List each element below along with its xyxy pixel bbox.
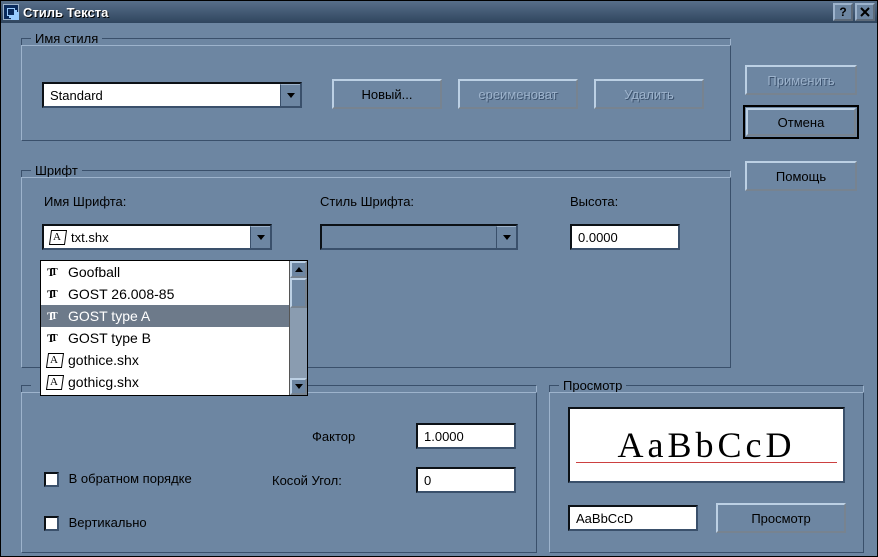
- scroll-up-button[interactable]: [290, 261, 307, 278]
- scroll-down-button[interactable]: [290, 378, 307, 395]
- shx-icon: [50, 230, 65, 244]
- preview-legend: Просмотр: [559, 378, 626, 393]
- cancel-button[interactable]: Отмена: [743, 105, 859, 139]
- truetype-icon: [47, 287, 62, 301]
- font-dropdown-item-label: GOST type B: [68, 330, 151, 346]
- close-titlebar-button[interactable]: [855, 3, 875, 21]
- upside-down-row[interactable]: В обратном порядке: [44, 471, 192, 487]
- truetype-icon: [47, 265, 62, 279]
- preview-button[interactable]: Просмотр: [716, 503, 846, 533]
- font-dropdown-item-label: gothice.shx: [68, 352, 139, 368]
- font-dropdown-item[interactable]: GOST type B: [41, 327, 307, 349]
- style-name-dropdown-arrow[interactable]: [280, 84, 300, 106]
- font-dropdown-item[interactable]: GOST 26.008-85: [41, 283, 307, 305]
- font-height-label: Высота:: [570, 194, 618, 209]
- preview-sample-box: AaBbCcD: [568, 407, 845, 483]
- style-name-combo[interactable]: Standard: [42, 82, 302, 108]
- font-dropdown-item-label: Goofball: [68, 264, 120, 280]
- style-name-group: Имя стиля Standard Новый... ереименоват …: [21, 31, 731, 141]
- width-factor-label: Фактор: [312, 429, 355, 444]
- font-dropdown-item[interactable]: Goofball: [41, 261, 307, 283]
- effects-group: Эффекты В обратном порядке Вертикально Ф…: [21, 378, 537, 553]
- font-name-dropdown-arrow[interactable]: [250, 226, 270, 248]
- font-dropdown-item-label: GOST 26.008-85: [68, 286, 174, 302]
- font-style-combo[interactable]: [320, 224, 518, 250]
- font-style-label: Стиль Шрифта:: [320, 194, 414, 209]
- shx-icon: [47, 353, 62, 367]
- preview-baseline: [576, 462, 837, 463]
- preview-input[interactable]: AaBbCcD: [568, 505, 698, 531]
- apply-button: Применить: [745, 65, 857, 95]
- oblique-label: Косой Угол:: [272, 473, 342, 488]
- oblique-input[interactable]: 0: [416, 467, 516, 493]
- width-factor-input[interactable]: 1.0000: [416, 423, 516, 449]
- text-style-dialog: Стиль Текста ? Имя стиля Standard Новый.…: [0, 0, 878, 557]
- truetype-icon: [47, 309, 62, 323]
- vertical-checkbox[interactable]: [44, 516, 59, 531]
- window-title: Стиль Текста: [23, 5, 831, 20]
- font-dropdown-item-label: gothicg.shx: [68, 374, 139, 390]
- font-dropdown-item[interactable]: gothicg.shx: [41, 371, 307, 393]
- font-dropdown-item[interactable]: gothice.shx: [41, 349, 307, 371]
- help-titlebar-button[interactable]: ?: [833, 3, 853, 21]
- truetype-icon: [47, 331, 62, 345]
- delete-style-button: Удалить: [594, 79, 704, 109]
- font-legend: Шрифт: [31, 163, 82, 178]
- rename-style-button: ереименоват: [458, 79, 578, 109]
- dropdown-scrollbar[interactable]: [289, 261, 307, 395]
- preview-group: Просмотр AaBbCcD AaBbCcD Просмотр: [549, 378, 864, 553]
- font-style-value: [322, 226, 496, 248]
- upside-down-checkbox[interactable]: [44, 472, 59, 487]
- new-style-button[interactable]: Новый...: [332, 79, 442, 109]
- vertical-row[interactable]: Вертикально: [44, 515, 147, 531]
- titlebar: Стиль Текста ?: [1, 1, 877, 23]
- font-name-value: txt.shx: [44, 226, 250, 248]
- font-name-combo[interactable]: txt.shx: [42, 224, 272, 250]
- style-name-legend: Имя стиля: [31, 31, 102, 46]
- font-height-input[interactable]: 0.0000: [570, 224, 680, 250]
- font-name-label: Имя Шрифта:: [44, 194, 126, 209]
- dialog-content: Имя стиля Standard Новый... ереименоват …: [1, 23, 877, 556]
- font-name-dropdown-list[interactable]: Goofball GOST 26.008-85 GOST type A GOST ty…: [40, 260, 308, 396]
- shx-icon: [47, 375, 62, 389]
- font-style-dropdown-arrow[interactable]: [496, 226, 516, 248]
- font-dropdown-item[interactable]: GOST type A: [41, 305, 307, 327]
- font-dropdown-item-label: GOST type A: [68, 308, 150, 324]
- scroll-thumb[interactable]: [290, 278, 307, 308]
- help-button[interactable]: Помощь: [745, 161, 857, 191]
- system-icon[interactable]: [3, 4, 19, 20]
- style-name-value: Standard: [44, 84, 280, 106]
